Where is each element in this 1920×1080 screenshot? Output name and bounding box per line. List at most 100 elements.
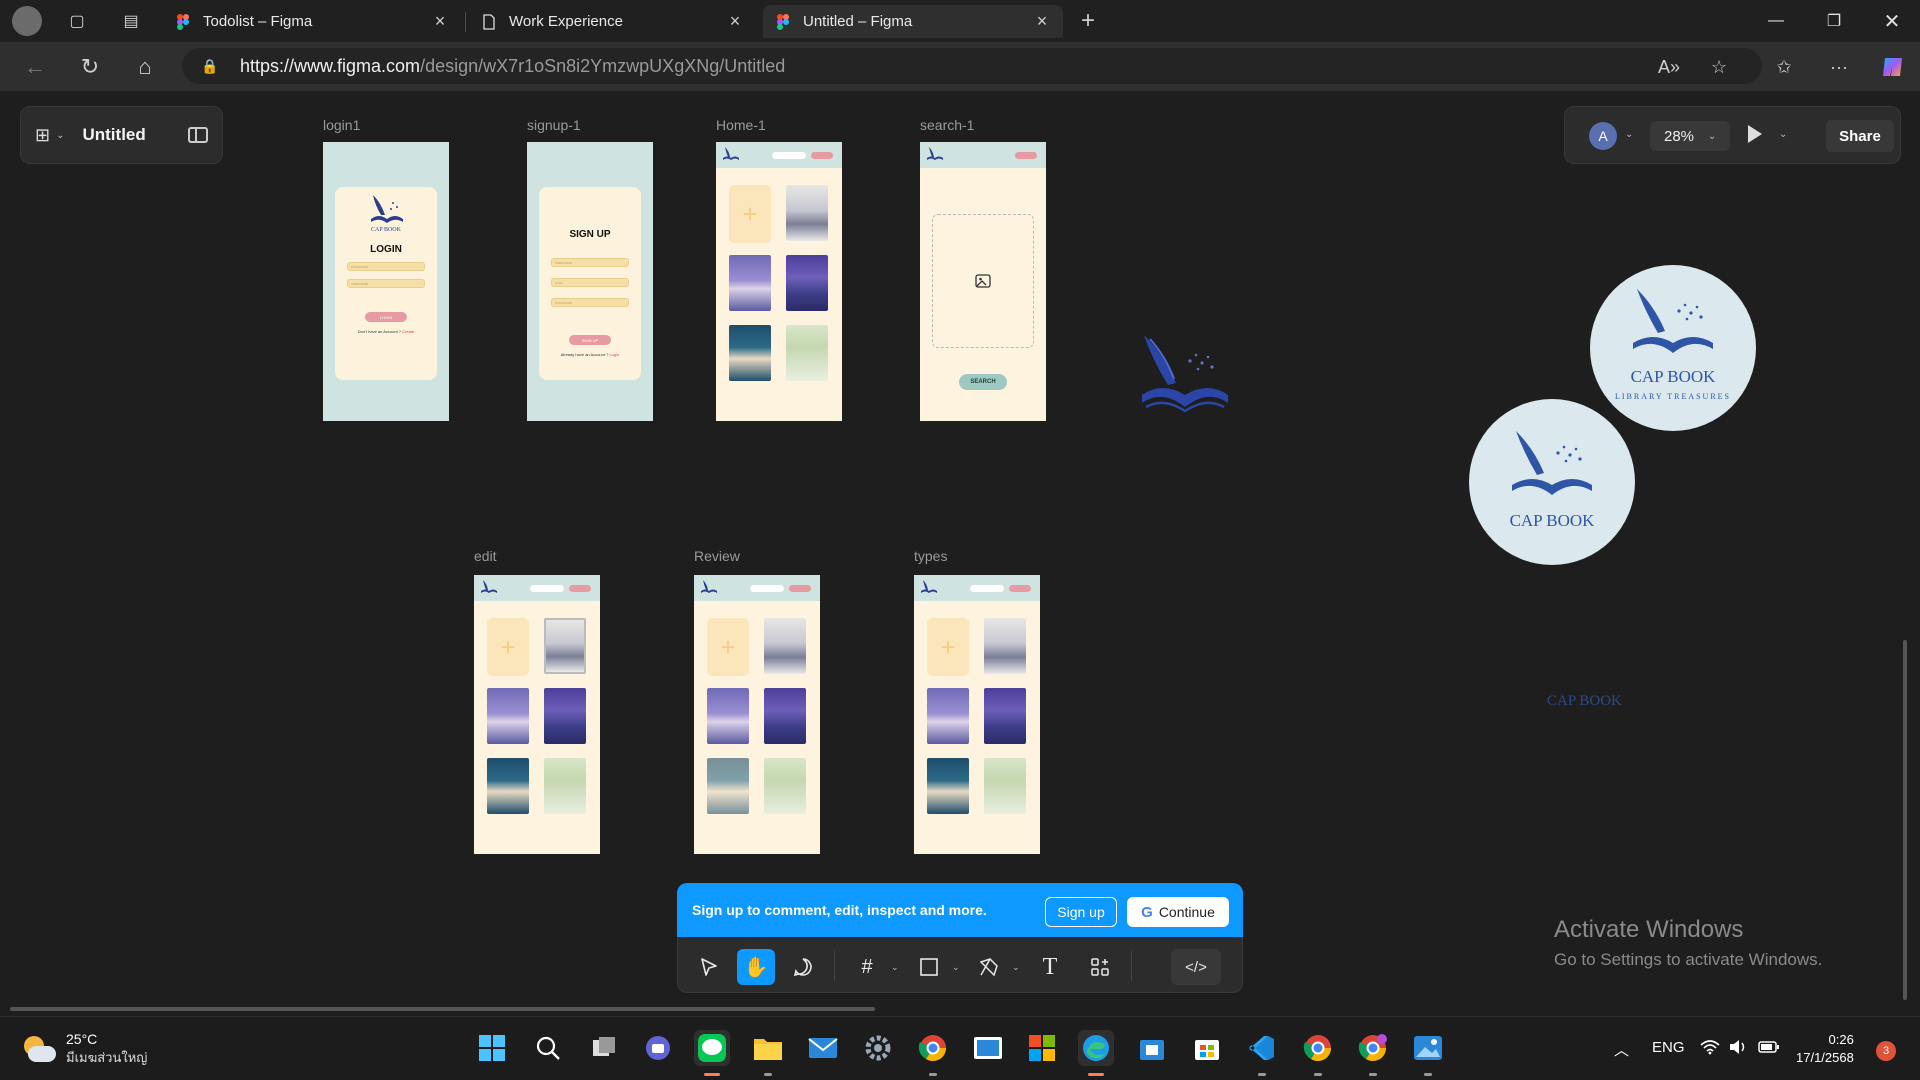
- file-name[interactable]: Untitled: [82, 125, 188, 145]
- figma-canvas[interactable]: ⊞ ⌄ Untitled A ⌄ 28% ⌄ ⌄ Share login1 CAP…: [0, 91, 1920, 1016]
- frame-label-review[interactable]: Review: [694, 548, 740, 564]
- chrome-profile-icon[interactable]: [1355, 1030, 1391, 1066]
- microsoft-store-icon[interactable]: [1189, 1030, 1225, 1066]
- tab-untitled-figma[interactable]: Untitled – Figma ×: [763, 5, 1063, 38]
- battery-icon[interactable]: [1758, 1039, 1780, 1059]
- back-icon[interactable]: ←: [20, 52, 50, 82]
- close-window-icon[interactable]: ✕: [1868, 0, 1916, 42]
- text-tool-icon[interactable]: T: [1031, 949, 1069, 985]
- chevron-down-icon[interactable]: ⌄: [952, 962, 960, 973]
- divider: [834, 951, 835, 981]
- frame-login1[interactable]: CAP BOOK LOGIN PASSWORD USERNAME LOGIN D…: [323, 142, 449, 421]
- frame-tool-icon[interactable]: #: [848, 949, 886, 985]
- language-indicator[interactable]: ENG: [1652, 1039, 1685, 1056]
- volume-icon[interactable]: [1728, 1039, 1748, 1059]
- lock-icon[interactable]: 🔒: [200, 56, 220, 76]
- chevron-down-icon[interactable]: ⌄: [891, 962, 899, 973]
- weather-widget[interactable]: 25°C มีเมฆส่วนใหญ่: [22, 1031, 147, 1068]
- favorites-icon[interactable]: ✩: [1769, 52, 1799, 82]
- continue-google-button[interactable]: G Continue: [1127, 897, 1229, 927]
- activate-title: Activate Windows: [1554, 916, 1744, 943]
- photos-icon[interactable]: [1410, 1030, 1446, 1066]
- tab-todolist[interactable]: Todolist – Figma ×: [163, 5, 461, 38]
- capbook-logo-icon[interactable]: [1138, 333, 1232, 415]
- rectangle-tool-icon[interactable]: [910, 949, 948, 985]
- move-tool-icon[interactable]: [690, 949, 728, 985]
- chevron-down-icon[interactable]: ⌄: [1012, 962, 1020, 973]
- task-view-icon[interactable]: [586, 1030, 622, 1066]
- frame-label-search-1[interactable]: search-1: [920, 117, 974, 133]
- show-hidden-icons-icon[interactable]: ︿: [1614, 1039, 1629, 1060]
- frame-label-types[interactable]: types: [914, 548, 947, 564]
- screen-app-icon[interactable]: [970, 1030, 1006, 1066]
- figma-menu-icon[interactable]: ⊞: [35, 125, 50, 146]
- capbook-text-layer[interactable]: CAP BOOK: [1547, 693, 1622, 710]
- frame-signup-1[interactable]: SIGN UP USERNAME Email PASSWORD SIGN UP …: [527, 142, 653, 421]
- frame-review[interactable]: +: [694, 575, 820, 854]
- capbook-logo-icon: [371, 195, 403, 223]
- chevron-down-icon[interactable]: ⌄: [56, 130, 64, 141]
- chevron-down-icon[interactable]: ⌄: [1779, 129, 1787, 140]
- favorite-star-icon[interactable]: ☆: [1704, 52, 1734, 82]
- url-field[interactable]: 🔒 https://www.figma.com/design/wX7r1oSn8…: [182, 48, 1762, 84]
- comment-tool-icon[interactable]: [784, 949, 822, 985]
- hand-tool-icon[interactable]: ✋: [737, 949, 775, 985]
- workspaces-icon[interactable]: ▢: [63, 8, 91, 34]
- more-options-icon[interactable]: ···: [1824, 52, 1854, 82]
- system-clock[interactable]: 0:26 17/1/2568: [1796, 1031, 1854, 1067]
- line-app-icon[interactable]: [694, 1030, 730, 1066]
- refresh-icon[interactable]: ↻: [75, 52, 105, 82]
- file-explorer-icon[interactable]: [750, 1030, 786, 1066]
- tab-work-experience[interactable]: Work Experience ×: [469, 5, 756, 38]
- dev-mode-icon[interactable]: </>: [1171, 949, 1221, 985]
- present-play-icon[interactable]: [1748, 125, 1762, 143]
- frame-label-home-1[interactable]: Home-1: [716, 117, 766, 133]
- chrome-icon[interactable]: [915, 1030, 951, 1066]
- horizontal-scrollbar[interactable]: [10, 1007, 875, 1011]
- logo-circle-capbook[interactable]: CAP BOOK: [1469, 399, 1635, 565]
- toggle-panel-icon[interactable]: [188, 127, 208, 143]
- close-tab-icon[interactable]: ×: [1033, 11, 1051, 32]
- vscode-icon[interactable]: [1244, 1030, 1280, 1066]
- resources-tool-icon[interactable]: [1081, 949, 1119, 985]
- frame-label-edit[interactable]: edit: [474, 548, 497, 564]
- mail-icon[interactable]: [805, 1030, 841, 1066]
- search-icon[interactable]: [530, 1030, 566, 1066]
- edge-browser-icon[interactable]: [1078, 1030, 1114, 1066]
- store-bag-icon[interactable]: [1134, 1030, 1170, 1066]
- read-aloud-icon[interactable]: A»: [1654, 52, 1684, 82]
- start-icon[interactable]: [474, 1030, 510, 1066]
- notification-badge[interactable]: 3: [1876, 1041, 1896, 1061]
- profile-avatar[interactable]: [12, 6, 42, 36]
- new-tab-icon[interactable]: +: [1074, 7, 1102, 34]
- teams-chat-icon[interactable]: [640, 1030, 676, 1066]
- frame-label-signup-1[interactable]: signup-1: [527, 117, 581, 133]
- frame-label-login1[interactable]: login1: [323, 117, 360, 133]
- home-icon[interactable]: ⌂: [130, 52, 160, 82]
- share-button[interactable]: Share: [1826, 120, 1894, 152]
- frame-search-1[interactable]: SEARCH: [920, 142, 1046, 421]
- avatar[interactable]: A: [1589, 122, 1617, 150]
- frame-home-1[interactable]: +: [716, 142, 842, 421]
- vertical-tabs-icon[interactable]: ▤: [117, 8, 145, 34]
- logo-circle-library[interactable]: CAP BOOK LIBRARY TREASURES: [1590, 265, 1756, 431]
- chrome-profile-icon[interactable]: [1300, 1030, 1336, 1066]
- minimize-icon[interactable]: —: [1752, 0, 1800, 42]
- signup-button[interactable]: Sign up: [1045, 897, 1117, 927]
- chevron-down-icon[interactable]: ⌄: [1625, 129, 1633, 140]
- close-tab-icon[interactable]: ×: [726, 11, 744, 32]
- book-cover: [786, 185, 828, 241]
- wifi-icon[interactable]: [1700, 1039, 1720, 1059]
- url-text: https://www.figma.com/design/wX7r1oSn8i2…: [240, 56, 785, 77]
- vertical-scrollbar[interactable]: [1903, 640, 1907, 1000]
- frame-types[interactable]: +: [914, 575, 1040, 854]
- pen-tool-icon[interactable]: [970, 949, 1008, 985]
- close-tab-icon[interactable]: ×: [431, 11, 449, 32]
- copilot-icon[interactable]: [1878, 52, 1908, 82]
- browser-tab-bar: ▢ ▤ Todolist – Figma × Work Experience ×…: [0, 0, 1920, 42]
- frame-edit[interactable]: +: [474, 575, 600, 854]
- restore-icon[interactable]: ❐: [1810, 0, 1858, 42]
- zoom-control[interactable]: 28% ⌄: [1650, 121, 1730, 151]
- windows-store-icon[interactable]: [1024, 1030, 1060, 1066]
- settings-gear-icon[interactable]: [860, 1030, 896, 1066]
